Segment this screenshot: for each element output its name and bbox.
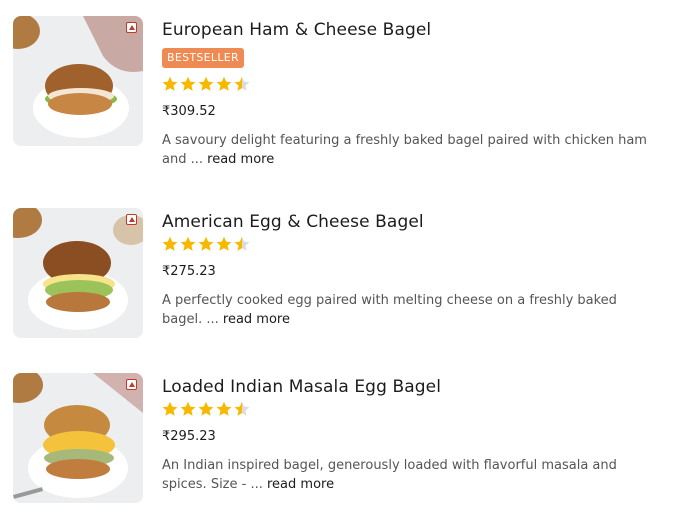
star-icon	[234, 401, 250, 416]
star-icon	[216, 236, 232, 251]
star-icon	[234, 236, 250, 251]
star-icon	[162, 76, 178, 91]
item-description: A perfectly cooked egg paired with melti…	[162, 291, 658, 329]
non-veg-icon	[126, 379, 137, 390]
star-icon	[216, 76, 232, 91]
description-text: An Indian inspired bagel, generously loa…	[162, 458, 617, 492]
read-more-link[interactable]: read more	[267, 477, 334, 492]
star-icon	[180, 401, 196, 416]
star-icon	[162, 401, 178, 416]
non-veg-icon	[126, 214, 137, 225]
item-name: American Egg & Cheese Bagel	[162, 212, 424, 232]
rating-stars	[162, 76, 250, 94]
rating-stars	[162, 401, 250, 419]
item-name: Loaded Indian Masala Egg Bagel	[162, 377, 442, 397]
read-more-link[interactable]: read more	[207, 152, 274, 167]
non-veg-icon	[126, 22, 137, 33]
rating-stars	[162, 236, 250, 254]
item-name: European Ham & Cheese Bagel	[162, 20, 432, 40]
star-icon	[198, 236, 214, 251]
item-description: A savoury delight featuring a freshly ba…	[162, 131, 658, 169]
star-icon	[180, 236, 196, 251]
read-more-link[interactable]: read more	[223, 312, 290, 327]
star-icon	[234, 76, 250, 91]
star-icon	[198, 76, 214, 91]
star-icon	[198, 401, 214, 416]
item-image[interactable]	[13, 373, 143, 503]
star-icon	[162, 236, 178, 251]
bestseller-badge: BESTSELLER	[162, 48, 244, 68]
item-price: ₹275.23	[162, 264, 216, 279]
item-image[interactable]	[13, 16, 143, 146]
star-icon	[180, 76, 196, 91]
item-image[interactable]	[13, 208, 143, 338]
item-price: ₹309.52	[162, 104, 216, 119]
item-description: An Indian inspired bagel, generously loa…	[162, 456, 658, 494]
star-icon	[216, 401, 232, 416]
item-price: ₹295.23	[162, 429, 216, 444]
